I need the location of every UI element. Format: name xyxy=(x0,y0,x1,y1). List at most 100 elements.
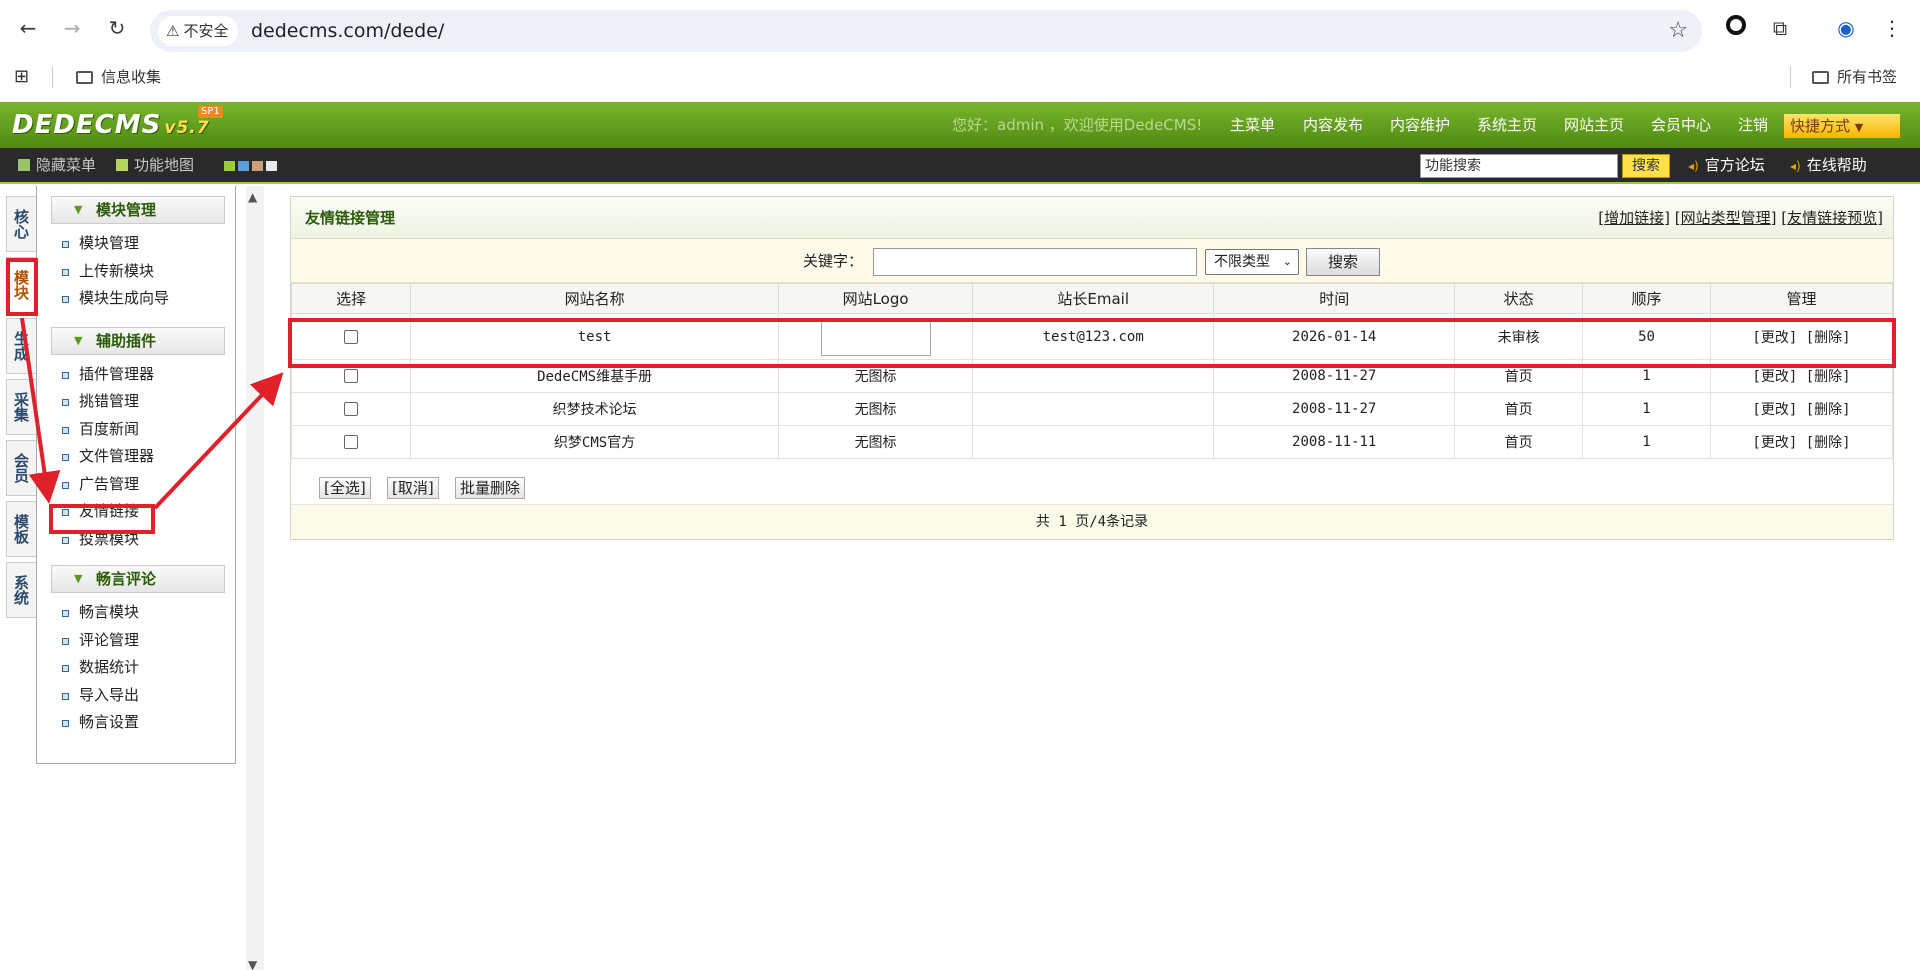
address-bar[interactable]: ⚠ 不安全 dedecms.com/dede/ ☆ xyxy=(150,10,1702,52)
delete-link[interactable]: [删除] xyxy=(1806,402,1851,418)
skin-blue-icon[interactable] xyxy=(238,161,249,171)
nav-logout[interactable]: 注销 xyxy=(1738,102,1768,148)
type-select[interactable]: 不限类型 ⌄ xyxy=(1205,249,1299,275)
bullet-icon xyxy=(62,296,69,303)
keyword-label: 关键字： xyxy=(803,252,864,270)
more-menu-icon[interactable]: ⋮ xyxy=(1878,14,1906,42)
bookmark-folder[interactable]: 信息收集 xyxy=(76,62,161,92)
menu-item-label: 评论管理 xyxy=(79,630,140,649)
help-link[interactable]: ◂) 在线帮助 xyxy=(1790,148,1867,183)
nav-site-home[interactable]: 网站主页 xyxy=(1564,102,1624,148)
skin-gray-icon[interactable] xyxy=(266,161,277,171)
row-checkbox[interactable] xyxy=(344,435,359,449)
col-manage: 管理 xyxy=(1709,283,1894,314)
hide-menu-button[interactable]: 隐藏菜单 xyxy=(18,148,96,182)
row-checkbox[interactable] xyxy=(344,402,359,416)
back-icon[interactable]: ← xyxy=(14,14,42,42)
menu-item-upload-module[interactable]: 上传新模块 xyxy=(37,258,235,286)
menu-item-module-manage[interactable]: 模块管理 xyxy=(37,230,235,258)
menu-item-error-report[interactable]: 挑错管理 xyxy=(37,388,235,416)
col-select: 选择 xyxy=(290,283,412,314)
panel-icon xyxy=(18,159,30,171)
apps-grid-icon[interactable]: ⊞ xyxy=(14,62,29,92)
chevron-down-icon: ⌄ xyxy=(1282,255,1292,268)
nav-content-publish[interactable]: 内容发布 xyxy=(1303,102,1363,148)
forum-link[interactable]: ◂) 官方论坛 xyxy=(1688,148,1765,183)
col-order: 顺序 xyxy=(1582,283,1711,314)
quick-menu-button[interactable]: 快捷方式 ▼+ xyxy=(1784,114,1900,138)
menu-section-header[interactable]: ▼ 畅言评论 xyxy=(51,565,225,593)
nav-system-home[interactable]: 系统主页 xyxy=(1477,102,1537,148)
extension-circle-icon[interactable] xyxy=(1722,14,1750,42)
menu-item-import-export[interactable]: 导入导出 xyxy=(37,682,235,710)
search-button[interactable]: 搜索 xyxy=(1306,248,1380,276)
nav-member-center[interactable]: 会员中心 xyxy=(1651,102,1711,148)
preview-link[interactable]: 友情链接预览 xyxy=(1787,209,1877,227)
nav-content-maintain[interactable]: 内容维护 xyxy=(1390,102,1450,148)
site-email xyxy=(972,392,1215,426)
menu-item-plugin-manager[interactable]: 插件管理器 xyxy=(37,361,235,389)
edit-link[interactable]: [更改] xyxy=(1752,369,1797,385)
menu-item-changyan-module[interactable]: 畅言模块 xyxy=(37,599,235,627)
menu-item-baidu-news[interactable]: 百度新闻 xyxy=(37,416,235,444)
row-checkbox[interactable] xyxy=(344,369,359,383)
menu-item-comment-manage[interactable]: 评论管理 xyxy=(37,627,235,655)
sound-icon: ◂) xyxy=(1688,159,1699,173)
menu-item-label: 百度新闻 xyxy=(79,419,140,438)
tab-generate[interactable]: 生成 xyxy=(6,318,36,374)
sp-badge: SP1 xyxy=(198,106,223,118)
scroll-up-icon[interactable]: ▲ xyxy=(248,190,257,204)
delete-link[interactable]: [删除] xyxy=(1806,435,1851,451)
annotation-box xyxy=(288,318,1896,368)
cancel-select-button[interactable]: [取消] xyxy=(387,477,439,499)
bookmark-star-icon[interactable]: ☆ xyxy=(1668,10,1688,52)
site-type-manage-link[interactable]: 网站类型管理 xyxy=(1681,209,1771,227)
profile-icon[interactable]: ◉ xyxy=(1832,14,1860,42)
bullet-icon xyxy=(62,399,69,406)
menu-item-module-wizard[interactable]: 模块生成向导 xyxy=(37,285,235,313)
select-all-button[interactable]: [全选] xyxy=(319,477,371,499)
menu-item-label: 上传新模块 xyxy=(79,261,155,280)
reload-icon[interactable]: ↻ xyxy=(103,14,131,42)
menu-section-header[interactable]: ▼ 辅助插件 xyxy=(51,326,225,355)
quick-label: 快捷方式 xyxy=(1790,117,1851,135)
skin-brown-icon[interactable] xyxy=(252,161,263,171)
all-bookmarks[interactable]: 所有书签 xyxy=(1812,62,1897,92)
tab-system[interactable]: 系统 xyxy=(6,562,36,618)
pager: 共 1 页/4条记录 xyxy=(291,505,1893,539)
collapse-icon: ▼ xyxy=(74,572,83,585)
tab-template[interactable]: 模板 xyxy=(6,501,36,557)
skin-switcher[interactable] xyxy=(224,148,280,182)
menu-scrollbar[interactable]: ▲ ▼ xyxy=(246,186,264,970)
add-link[interactable]: 增加链接 xyxy=(1604,209,1664,227)
scroll-down-icon[interactable]: ▼ xyxy=(248,958,257,970)
batch-delete-button[interactable]: 批量删除 xyxy=(455,477,526,499)
nav-main-menu[interactable]: 主菜单 xyxy=(1230,102,1275,148)
menu-item-changyan-settings[interactable]: 畅言设置 xyxy=(37,709,235,737)
edit-link[interactable]: [更改] xyxy=(1752,402,1797,418)
menu-section-header[interactable]: ▼ 模块管理 xyxy=(51,196,225,224)
delete-link[interactable]: [删除] xyxy=(1806,369,1851,385)
menu-item-ad-manage[interactable]: 广告管理 xyxy=(37,471,235,499)
menu-item-label: 导入导出 xyxy=(79,685,140,704)
tab-member[interactable]: 会员 xyxy=(6,440,36,496)
menu-item-file-manager[interactable]: 文件管理器 xyxy=(37,443,235,471)
function-search-button[interactable]: 搜索 xyxy=(1622,154,1670,178)
function-map-button[interactable]: 功能地图 xyxy=(116,148,194,182)
tab-collect[interactable]: 采集 xyxy=(6,379,36,435)
tab-core[interactable]: 核心 xyxy=(6,196,36,252)
menu-item-statistics[interactable]: 数据统计 xyxy=(37,654,235,682)
greeting: 您好：admin ，欢迎使用DedeCMS! xyxy=(952,116,1203,134)
url-text[interactable]: dedecms.com/dede/ xyxy=(251,10,444,52)
folder-icon xyxy=(1812,71,1829,84)
search-bar: 关键字： 不限类型 ⌄ 搜索 xyxy=(291,239,1893,283)
site-email xyxy=(972,425,1215,459)
keyword-input[interactable] xyxy=(873,248,1197,276)
security-chip[interactable]: ⚠ 不安全 xyxy=(158,16,239,46)
skin-green-icon[interactable] xyxy=(224,161,235,171)
puzzle-icon[interactable]: ⧉ xyxy=(1766,14,1794,42)
site-status: 首页 xyxy=(1454,425,1584,459)
forward-icon[interactable]: → xyxy=(58,14,86,42)
function-search-input[interactable]: 功能搜索 xyxy=(1420,154,1618,178)
edit-link[interactable]: [更改] xyxy=(1752,435,1797,451)
